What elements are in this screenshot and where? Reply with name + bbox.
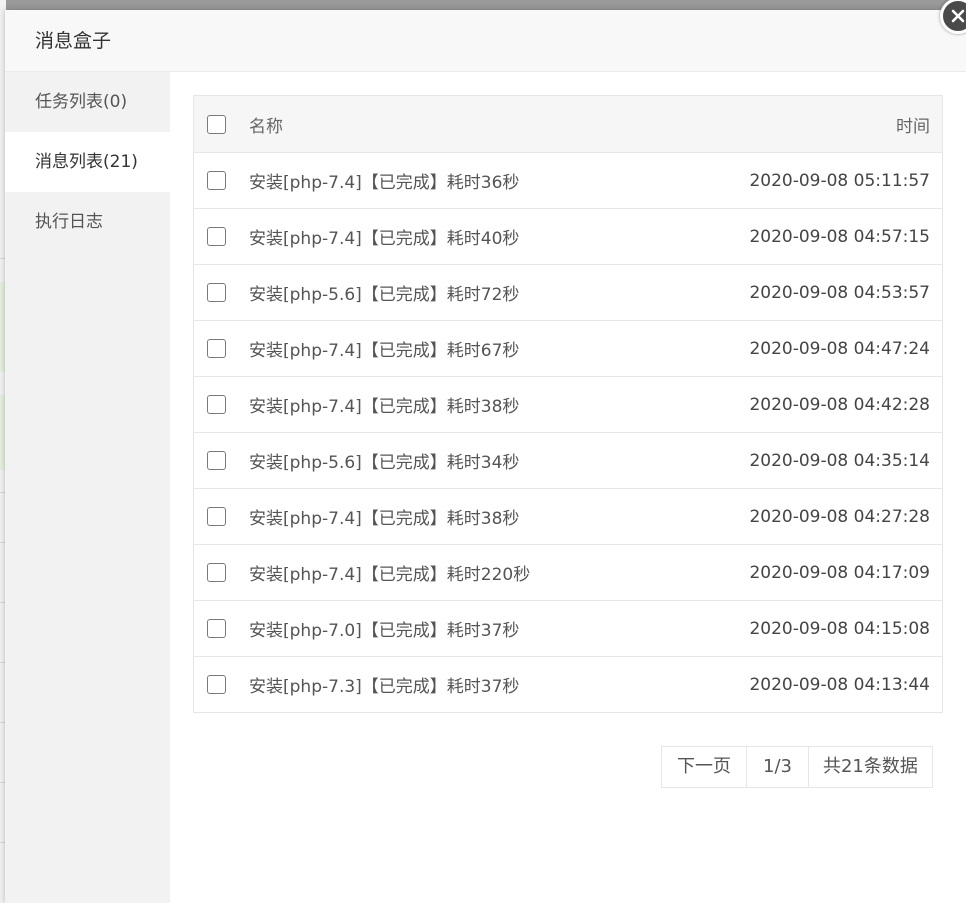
page-indicator: 1/3: [746, 747, 808, 787]
table-row: 安装[php-7.4]【已完成】耗时220秒 2020-09-08 04:17:0…: [194, 544, 942, 600]
message-time: 2020-09-08 04:13:44: [749, 674, 930, 695]
table-row: 安装[php-7.4]【已完成】耗时38秒 2020-09-08 04:42:28: [194, 376, 942, 432]
table-row: 安装[php-7.4]【已完成】耗时38秒 2020-09-08 04:27:28: [194, 488, 942, 544]
message-name: 安装[php-7.4]【已完成】耗时220秒: [249, 565, 531, 585]
table-row: 安装[php-7.3]【已完成】耗时37秒 2020-09-08 04:13:44: [194, 656, 942, 712]
message-time: 2020-09-08 04:47:24: [749, 338, 930, 359]
row-checkbox[interactable]: [207, 395, 226, 414]
row-checkbox[interactable]: [207, 283, 226, 302]
row-checkbox[interactable]: [207, 675, 226, 694]
message-name: 安装[php-7.4]【已完成】耗时40秒: [249, 229, 520, 249]
table-row: 安装[php-7.4]【已完成】耗时67秒 2020-09-08 04:47:24: [194, 320, 942, 376]
table-row: 安装[php-7.4]【已完成】耗时36秒 2020-09-08 05:11:57: [194, 152, 942, 208]
message-time: 2020-09-08 04:57:15: [749, 226, 930, 247]
table-row: 安装[php-7.4]【已完成】耗时40秒 2020-09-08 04:57:15: [194, 208, 942, 264]
row-checkbox[interactable]: [207, 171, 226, 190]
message-time: 2020-09-08 04:15:08: [749, 618, 930, 639]
next-page-button[interactable]: 下一页: [662, 747, 746, 787]
message-list-panel: 名称 时间 安装[php-7.4]【已完成】耗时36秒 2020-09-08 05…: [170, 72, 966, 903]
table-row: 安装[php-5.6]【已完成】耗时34秒 2020-09-08 04:35:14: [194, 432, 942, 488]
select-all-checkbox[interactable]: [207, 114, 226, 134]
message-name: 安装[php-5.6]【已完成】耗时34秒: [249, 453, 520, 473]
table-header-row: 名称 时间: [194, 96, 942, 152]
sidebar-item-message-list[interactable]: 消息列表(21): [5, 132, 170, 192]
row-checkbox[interactable]: [207, 339, 226, 358]
pagination: 下一页 1/3 共21条数据: [661, 746, 933, 788]
message-name: 安装[php-7.4]【已完成】耗时36秒: [249, 173, 520, 193]
message-time: 2020-09-08 04:42:28: [749, 394, 930, 415]
dialog-title: 消息盒子: [35, 30, 112, 52]
table-row: 安装[php-7.0]【已完成】耗时37秒 2020-09-08 04:15:08: [194, 600, 942, 656]
close-icon: [951, 9, 965, 23]
message-time: 2020-09-08 04:17:09: [749, 562, 930, 583]
table-row: 安装[php-5.6]【已完成】耗时72秒 2020-09-08 04:53:57: [194, 264, 942, 320]
total-count: 共21条数据: [807, 747, 932, 787]
message-time: 2020-09-08 04:27:28: [749, 506, 930, 527]
message-time: 2020-09-08 05:11:57: [749, 170, 930, 191]
sidebar-item-label: 消息列表(21): [35, 152, 138, 172]
row-checkbox[interactable]: [207, 451, 226, 470]
column-header-time: 时间: [896, 116, 930, 137]
message-time: 2020-09-08 04:53:57: [749, 282, 930, 303]
dialog-header: 消息盒子: [5, 10, 966, 72]
message-name: 安装[php-7.4]【已完成】耗时38秒: [249, 397, 520, 417]
message-time: 2020-09-08 04:35:14: [749, 450, 930, 471]
column-header-name: 名称: [249, 116, 283, 137]
sidebar-item-label: 执行日志: [35, 212, 103, 232]
message-box-dialog: 消息盒子 任务列表(0) 消息列表(21) 执行日志 名称 时间 安装[php-…: [5, 0, 966, 903]
sidebar-item-task-list[interactable]: 任务列表(0): [5, 72, 170, 132]
sidebar-item-execution-log[interactable]: 执行日志: [5, 192, 170, 252]
sidebar-item-label: 任务列表(0): [35, 92, 128, 112]
message-name: 安装[php-7.3]【已完成】耗时37秒: [249, 677, 520, 697]
message-name: 安装[php-7.4]【已完成】耗时38秒: [249, 509, 520, 529]
row-checkbox[interactable]: [207, 619, 226, 638]
sidebar: 任务列表(0) 消息列表(21) 执行日志: [5, 72, 170, 903]
message-table: 名称 时间 安装[php-7.4]【已完成】耗时36秒 2020-09-08 05…: [193, 95, 943, 713]
row-checkbox[interactable]: [207, 227, 226, 246]
row-checkbox[interactable]: [207, 563, 226, 582]
message-name: 安装[php-7.0]【已完成】耗时37秒: [249, 621, 520, 641]
message-name: 安装[php-7.4]【已完成】耗时67秒: [249, 341, 520, 361]
row-checkbox[interactable]: [207, 507, 226, 526]
message-name: 安装[php-5.6]【已完成】耗时72秒: [249, 285, 520, 305]
